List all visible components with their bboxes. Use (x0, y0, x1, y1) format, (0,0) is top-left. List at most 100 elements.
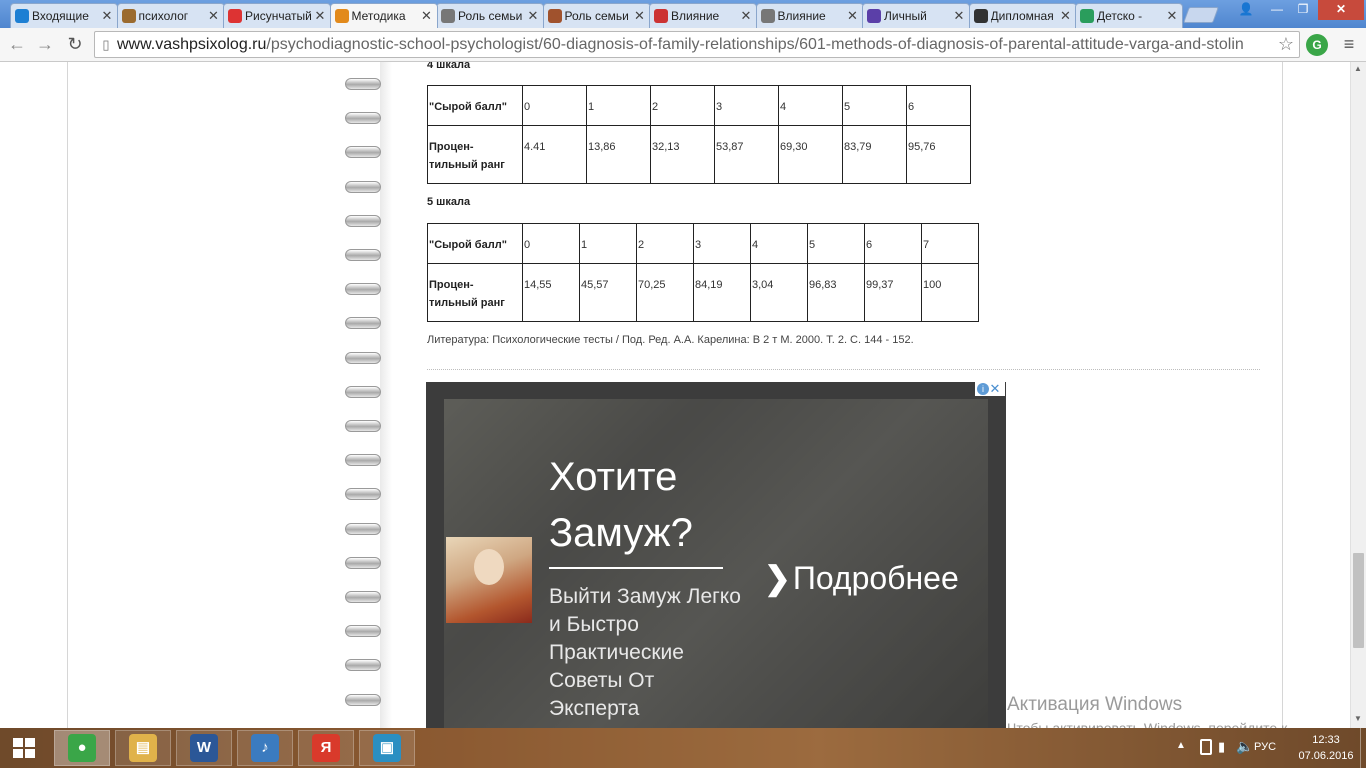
chevron-right-icon: ❯ (764, 560, 791, 596)
extension-icon[interactable]: G (1306, 34, 1328, 56)
browser-toolbar: ← → ↻ ▯ www.vashpsixolog.ru/psychodiagno… (0, 28, 1366, 62)
chrome-icon: ● (68, 734, 96, 762)
scale5-table: "Сырой балл" 0 1 2 3 4 5 6 7 Процен-тиль… (427, 223, 979, 322)
clock-date[interactable]: 07.06.2016 (1298, 750, 1354, 762)
tab-close-icon[interactable]: ✕ (314, 9, 326, 22)
ad-banner[interactable]: Хотите Замуж? Выйти Замуж Легко и Быстро… (426, 382, 1006, 728)
tab-3[interactable]: Рисунчатый ✕ (223, 3, 331, 28)
url-path: /psychodiagnostic-school-psychologist/60… (266, 35, 1244, 53)
ad-photo[interactable] (446, 537, 532, 623)
tab-close-icon[interactable]: ✕ (847, 9, 859, 22)
tab-1[interactable]: Входящие ✕ (10, 3, 118, 28)
taskbar-photos-button[interactable]: ▣ (359, 730, 415, 766)
taskbar-media-button[interactable]: ♪ (237, 730, 293, 766)
close-window-button[interactable]: ✕ (1318, 0, 1364, 20)
spiral-ring (345, 488, 381, 501)
table-cell: 53,87 (714, 125, 779, 184)
info-icon[interactable]: i (977, 382, 989, 395)
close-icon[interactable]: ✕ (989, 381, 1001, 397)
windows-logo-icon (13, 738, 23, 747)
taskbar-yandex-button[interactable]: Я (298, 730, 354, 766)
tab-6[interactable]: Роль семьи ✕ (542, 3, 651, 28)
table-cell: 6 (906, 85, 971, 126)
tab-label: Входящие (32, 9, 89, 23)
page-border-right (1282, 62, 1283, 728)
tab-close-icon[interactable]: ✕ (208, 9, 220, 22)
scale4-table: "Сырой балл" 0 1 2 3 4 5 6 Процен-тильны… (427, 85, 971, 184)
ad-image[interactable]: Хотите Замуж? Выйти Замуж Легко и Быстро… (444, 399, 988, 728)
user-icon[interactable]: 👤 (1233, 0, 1259, 20)
scale5-raw-label: "Сырой балл" (427, 223, 523, 264)
table-cell: 7 (921, 223, 979, 264)
scale4-raw-row: "Сырой балл" 0 1 2 3 4 5 6 (427, 85, 971, 126)
tab-close-icon[interactable]: ✕ (527, 9, 539, 22)
tab-8[interactable]: Влияние ✕ (755, 3, 864, 28)
language-indicator[interactable]: РУС (1254, 741, 1276, 753)
menu-icon[interactable]: ≡ (1338, 33, 1360, 57)
volume-icon[interactable]: 🔈 (1236, 738, 1253, 755)
bookmark-star-icon[interactable]: ☆ (1273, 34, 1299, 55)
tab-close-icon[interactable]: ✕ (101, 9, 113, 22)
taskbar-explorer-button[interactable]: ▤ (115, 730, 171, 766)
taskbar-word-button[interactable]: W (176, 730, 232, 766)
table-cell: 0 (522, 85, 587, 126)
spiral-ring (345, 556, 381, 569)
tab-close-icon[interactable]: ✕ (421, 9, 433, 22)
cap-icon (973, 9, 988, 23)
taskbar-chrome-button[interactable]: ● (54, 730, 110, 766)
ad-choices[interactable]: i ✕ (975, 380, 1005, 396)
battery-icon[interactable] (1200, 739, 1212, 755)
vertical-scrollbar[interactable]: ▲ ▼ (1350, 62, 1366, 728)
tab-4[interactable]: Методика ✕ (329, 3, 438, 28)
ad-more-button[interactable]: ❯Подробнее (764, 559, 959, 597)
table-cell: 0 (522, 223, 580, 264)
ad-headline[interactable]: Хотите Замуж? (549, 449, 749, 561)
forward-button[interactable]: → (33, 33, 57, 57)
address-bar[interactable]: ▯ www.vashpsixolog.ru/psychodiagnostic-s… (94, 31, 1300, 58)
maximize-button[interactable]: ❐ (1290, 0, 1316, 20)
scale5-title: 5 шкала (427, 196, 471, 208)
ad-more-label: Подробнее (792, 560, 959, 596)
tab-close-icon[interactable]: ✕ (953, 9, 965, 22)
ad-divider (549, 567, 723, 569)
tab-close-icon[interactable]: ✕ (1166, 9, 1178, 22)
tab-11[interactable]: Детско - ✕ (1075, 3, 1183, 28)
table-cell: 14,55 (522, 263, 580, 322)
dotted-divider (427, 369, 1260, 370)
url-text[interactable]: www.vashpsixolog.ru/psychodiagnostic-sch… (117, 36, 1273, 54)
tab-close-icon[interactable]: ✕ (1060, 9, 1072, 22)
tab-close-icon[interactable]: ✕ (740, 9, 752, 22)
table-cell: 1 (586, 85, 651, 126)
yandex-icon: Я (312, 734, 340, 762)
tray-expand-icon[interactable]: ▲ (1176, 740, 1186, 751)
reload-button[interactable]: ↻ (63, 33, 87, 57)
minimize-button[interactable]: — (1264, 0, 1290, 20)
tab-label: Влияние (777, 9, 826, 23)
network-icon[interactable]: ▮ (1218, 739, 1225, 755)
tab-7[interactable]: Влияние ✕ (649, 3, 757, 28)
scrollbar-thumb[interactable] (1353, 553, 1364, 648)
new-tab-button[interactable] (1183, 7, 1219, 23)
tab-9[interactable]: Личный ✕ (862, 3, 970, 28)
person-icon (760, 9, 775, 23)
start-button[interactable] (0, 728, 48, 768)
site-icon (121, 9, 136, 23)
ad-body-text[interactable]: Выйти Замуж Легко и Быстро Практические … (549, 583, 749, 723)
show-desktop-button[interactable] (1360, 728, 1366, 768)
scroll-down-icon[interactable]: ▼ (1354, 714, 1362, 723)
back-button[interactable]: ← (5, 33, 29, 57)
windows-activation-watermark: Активация Windows Чтобы активировать Win… (1007, 694, 1347, 728)
tab-strip: Входящие ✕ психолог ✕ Рисунчатый ✕ Методика ✕ Ро… (0, 0, 1366, 28)
tab-label: Рисунчатый (245, 9, 312, 23)
table-cell: 32,13 (650, 125, 715, 184)
table-cell: 4 (750, 223, 808, 264)
scroll-up-icon[interactable]: ▲ (1354, 64, 1362, 73)
clock-time[interactable]: 12:33 (1304, 734, 1348, 746)
tab-close-icon[interactable]: ✕ (634, 9, 646, 22)
literature-reference: Литература: Психологические тесты / Под.… (427, 334, 914, 346)
tab-2[interactable]: психолог ✕ (116, 3, 225, 28)
tab-10[interactable]: Дипломная ✕ (968, 3, 1077, 28)
table-cell: 2 (636, 223, 694, 264)
psi-icon (334, 9, 349, 23)
tab-5[interactable]: Роль семьи ✕ (436, 3, 544, 28)
